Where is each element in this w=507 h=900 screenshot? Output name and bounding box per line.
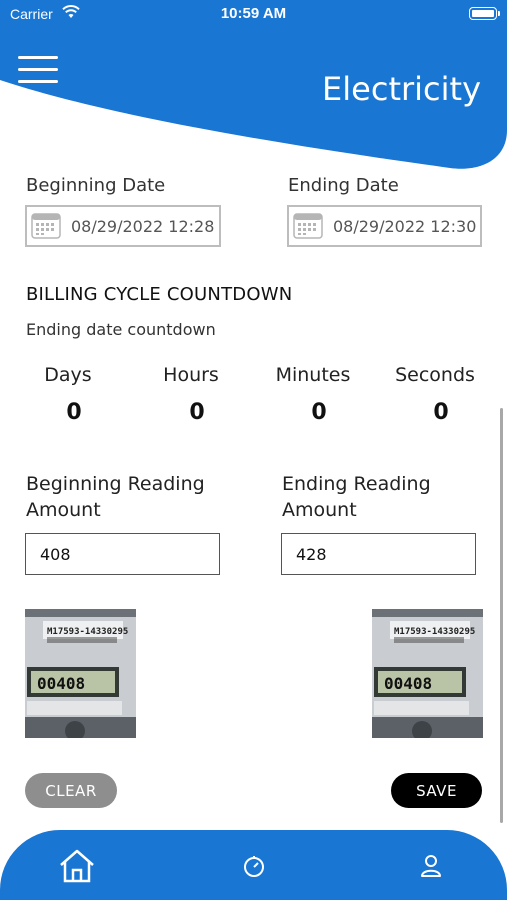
beginning-date-field[interactable]: 08/29/2022 12:28 <box>25 205 221 247</box>
timer-icon[interactable] <box>242 854 266 882</box>
days-value: 0 <box>66 400 82 425</box>
ending-date-value: 08/29/2022 12:30 <box>333 216 477 236</box>
status-time: 10:59 AM <box>220 5 287 22</box>
battery-icon <box>469 7 500 20</box>
ending-reading-label: Ending Reading Amount <box>282 473 431 521</box>
beginning-reading-input[interactable] <box>25 533 220 575</box>
scrollbar[interactable] <box>500 408 503 823</box>
seconds-label: Seconds <box>395 364 475 386</box>
ending-reading-input[interactable] <box>281 533 476 575</box>
seconds-value: 0 <box>433 400 449 425</box>
meter-display: 00408 <box>37 674 85 693</box>
calendar-icon <box>31 213 61 239</box>
ending-date-label: Ending Date <box>288 175 399 196</box>
countdown-title: BILLING CYCLE COUNTDOWN <box>26 284 293 305</box>
status-bar: Carrier 10:59 AM <box>0 0 507 30</box>
beginning-meter-photo[interactable]: M17593-14330295 00408 <box>25 609 136 738</box>
beginning-date-value: 08/29/2022 12:28 <box>71 216 215 236</box>
beginning-reading-label: Beginning Reading Amount <box>26 473 205 521</box>
home-icon[interactable] <box>58 848 96 888</box>
countdown-subtitle: Ending date countdown <box>26 320 216 339</box>
minutes-value: 0 <box>311 400 327 425</box>
meter-image: M17593-14330295 00408 <box>372 609 483 738</box>
meter-serial: M17593-14330295 <box>47 627 128 637</box>
hours-value: 0 <box>189 400 205 425</box>
bottom-navigation <box>0 830 507 900</box>
ending-meter-photo[interactable]: M17593-14330295 00408 <box>372 609 483 738</box>
profile-icon[interactable] <box>420 854 442 882</box>
hamburger-menu-icon[interactable] <box>18 56 58 86</box>
minutes-label: Minutes <box>275 364 351 386</box>
meter-display: 00408 <box>384 674 432 693</box>
clear-button[interactable]: CLEAR <box>25 773 117 808</box>
ending-date-field[interactable]: 08/29/2022 12:30 <box>287 205 482 247</box>
page-title: Electricity <box>322 70 481 108</box>
meter-serial: M17593-14330295 <box>394 627 475 637</box>
save-button[interactable]: SAVE <box>391 773 482 808</box>
calendar-icon <box>293 213 323 239</box>
days-label: Days <box>44 364 92 386</box>
beginning-date-label: Beginning Date <box>26 175 166 196</box>
hours-label: Hours <box>163 364 219 386</box>
meter-image: M17593-14330295 00408 <box>25 609 136 738</box>
